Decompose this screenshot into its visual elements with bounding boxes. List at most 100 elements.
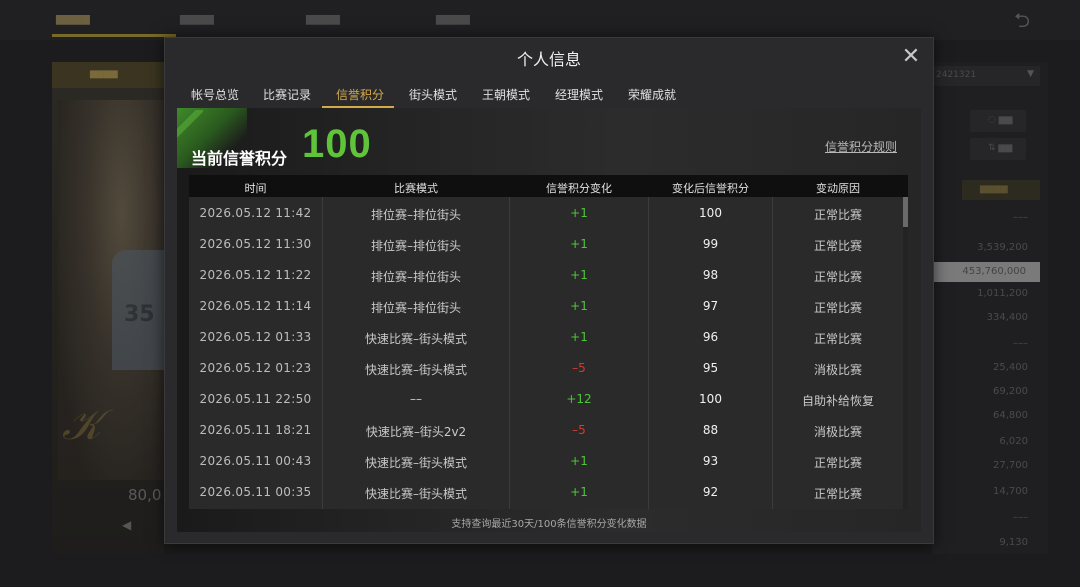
tab-account-overview[interactable]: 帐号总览 (191, 86, 239, 103)
cell-after: 100 (699, 392, 722, 406)
back-arrow-icon[interactable]: ⮌ (1014, 6, 1030, 40)
cell-delta: +1 (570, 206, 588, 220)
column-header-mode: 比赛模式 (394, 182, 438, 195)
column-header-after: 变化后信誉积分 (672, 182, 749, 195)
cell-time: 2026.05.12 11:14 (199, 299, 312, 313)
table-row: 2026.05.12 01:23 快速比赛–街头模式 –5 95 消极比赛 (189, 352, 903, 383)
bg-value: 27,700 (993, 460, 1028, 471)
table-row: 2026.05.11 22:50 –– +12 100 自助补给恢复 (189, 383, 903, 414)
cell-reason: 正常比赛 (813, 487, 862, 501)
bg-value: ––– (1013, 512, 1028, 523)
bg-value: 334,400 (986, 312, 1028, 323)
cell-time: 2026.05.11 18:21 (199, 423, 312, 437)
cell-after: 99 (702, 237, 719, 251)
cell-mode: 排位赛–排位街头 (370, 239, 461, 253)
table-body[interactable]: 2026.05.12 11:42 排位赛–排位街头 +1 100 正常比赛 2026.05… (189, 197, 908, 509)
tab-street-mode[interactable]: 街头模式 (409, 86, 457, 103)
bg-player-value: 80,0 (128, 486, 162, 504)
bg-tab-underline (52, 34, 176, 37)
bg-button-2: ⇅ ▆▆ (970, 138, 1026, 160)
cell-mode: 排位赛–排位街头 (370, 208, 461, 222)
cell-delta: –5 (572, 423, 586, 437)
bg-tab-1: ▆▆▆▆ (56, 12, 90, 25)
credit-history-table: 时间 比赛模式 信誉积分变化 变化后信誉积分 变动原因 2026.05.12 1… (189, 175, 908, 509)
cell-reason: 正常比赛 (813, 239, 862, 253)
bg-prev-arrow-icon: ◀ (122, 518, 132, 532)
cell-after: 97 (702, 299, 719, 313)
tab-match-records[interactable]: 比赛记录 (263, 86, 311, 103)
bg-value: 1,011,200 (977, 288, 1028, 299)
cell-mode: 排位赛–排位街头 (370, 270, 461, 284)
cell-reason: 正常比赛 (813, 208, 862, 222)
table-header: 时间 比赛模式 信誉积分变化 变化后信誉积分 变动原因 (189, 175, 908, 197)
close-icon[interactable]: ✕ (900, 46, 922, 68)
cell-reason: 正常比赛 (813, 301, 862, 315)
table-row: 2026.05.12 11:42 排位赛–排位街头 +1 100 正常比赛 (189, 197, 903, 228)
current-credit-value: 100 (302, 122, 372, 166)
cell-mode: 排位赛–排位街头 (370, 301, 461, 315)
table-row: 2026.05.12 11:22 排位赛–排位街头 +1 98 正常比赛 (189, 259, 903, 290)
bg-value: ––– (1013, 212, 1028, 223)
current-credit-label: 当前信誉积分 (191, 149, 288, 168)
table-row: 2026.05.11 00:35 快速比赛–街头模式 +1 92 正常比赛 (189, 476, 903, 507)
cell-after: 95 (702, 361, 719, 375)
cell-reason: 消极比赛 (813, 425, 862, 439)
cell-delta: +1 (570, 330, 588, 344)
column-header-time: 时间 (244, 182, 267, 195)
scrollbar-thumb[interactable] (903, 197, 908, 227)
bg-value: ––– (1013, 338, 1028, 349)
cell-reason: 消极比赛 (813, 363, 862, 377)
jersey-number: 35 (124, 302, 155, 327)
column-header-reason: 变动原因 (816, 182, 860, 195)
bg-gold-header: ▆▆▆▆ (962, 180, 1040, 200)
tab-manager-mode[interactable]: 经理模式 (555, 86, 603, 103)
personal-info-modal: 个人信息 ✕ 帐号总览 比赛记录 信誉积分 街头模式 王朝模式 经理模式 荣耀成… (164, 37, 934, 544)
cell-after: 100 (699, 206, 722, 220)
table-scrollbar[interactable] (903, 197, 908, 509)
player-signature: 𝒦 (62, 400, 102, 449)
cell-after: 96 (702, 330, 719, 344)
bg-tab-4: ▆▆▆▆ (436, 12, 470, 25)
cell-delta: +1 (570, 268, 588, 282)
cell-time: 2026.05.11 00:43 (199, 454, 312, 468)
cell-time: 2026.05.12 11:42 (199, 206, 312, 220)
cell-delta: +1 (570, 299, 588, 313)
cell-mode: 快速比赛–街头模式 (364, 363, 467, 377)
table-row: 2026.05.12 11:30 排位赛–排位街头 +1 99 正常比赛 (189, 228, 903, 259)
cell-after: 98 (702, 268, 719, 282)
credit-content-panel: 当前信誉积分 100 信誉积分规则 时间 比赛模式 信誉积分变化 变化后信誉积分… (177, 108, 921, 532)
bg-value: 25,400 (993, 362, 1028, 373)
cell-mode: 快速比赛–街头模式 (364, 456, 467, 470)
cell-reason: 正常比赛 (813, 270, 862, 284)
cell-mode: 快速比赛–街头模式 (364, 487, 467, 501)
table-row: 2026.05.12 11:14 排位赛–排位街头 +1 97 正常比赛 (189, 290, 903, 321)
bg-value: 14,700 (993, 486, 1028, 497)
table-row: 2026.05.11 18:21 快速比赛–街头2v2 –5 88 消极比赛 (189, 414, 903, 445)
cell-time: 2026.05.12 01:33 (199, 330, 312, 344)
table-row: 2026.05.12 01:33 快速比赛–街头模式 +1 96 正常比赛 (189, 321, 903, 352)
bg-player-card-header: ▆▆▆▆ (52, 62, 164, 88)
cell-time: 2026.05.11 22:50 (199, 392, 312, 406)
tab-dynasty-mode[interactable]: 王朝模式 (482, 86, 530, 103)
cell-mode: 快速比赛–街头2v2 (365, 425, 467, 439)
bg-button-1: ◌ ▆▆ (970, 110, 1026, 132)
cell-after: 92 (702, 485, 719, 499)
credit-rules-link[interactable]: 信誉积分规则 (825, 138, 897, 155)
cell-delta: –5 (572, 361, 586, 375)
column-header-delta: 信誉积分变化 (546, 182, 612, 195)
bg-value: 9,130 (999, 537, 1028, 548)
cell-mode: –– (410, 392, 422, 406)
tab-honor-achievements[interactable]: 荣耀成就 (628, 86, 676, 103)
bg-value: 64,800 (993, 410, 1028, 421)
bg-value: 69,200 (993, 386, 1028, 397)
cell-delta: +12 (566, 392, 592, 406)
table-row: 2026.05.11 00:43 快速比赛–街头模式 +1 93 正常比赛 (189, 445, 903, 476)
modal-title: 个人信息 (516, 50, 581, 69)
bg-value: 3,539,200 (977, 242, 1028, 253)
cell-time: 2026.05.12 11:30 (199, 237, 312, 251)
tab-credit-score[interactable]: 信誉积分 (336, 86, 384, 103)
cell-reason: 自助补给恢复 (801, 394, 874, 408)
bg-tab-2: ▆▆▆▆ (180, 12, 214, 25)
cell-reason: 正常比赛 (813, 332, 862, 346)
query-footnote: 支持查询最近30天/100条信誉积分变化数据 (451, 519, 647, 530)
